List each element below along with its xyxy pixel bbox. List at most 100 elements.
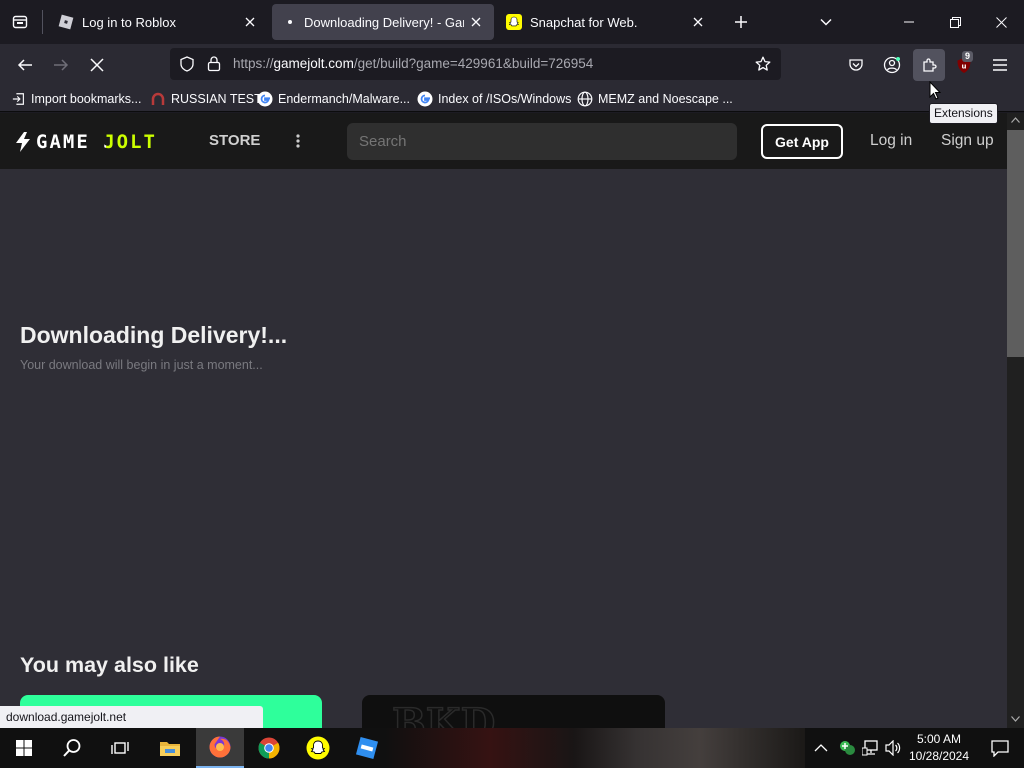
stop-loading-icon bbox=[90, 58, 104, 72]
stop-button[interactable] bbox=[82, 50, 112, 80]
globe-icon bbox=[577, 91, 593, 107]
bookmark-isos-windows[interactable]: Index of /ISOs/Windows bbox=[417, 90, 571, 108]
tab-separator bbox=[42, 10, 43, 34]
google-icon bbox=[257, 91, 273, 107]
task-view-button[interactable] bbox=[96, 728, 144, 768]
firefox-view-button[interactable] bbox=[6, 8, 34, 36]
close-tab-icon[interactable] bbox=[686, 10, 710, 34]
new-tab-button[interactable] bbox=[727, 8, 755, 36]
lock-icon bbox=[207, 56, 221, 72]
red-arch-icon bbox=[151, 92, 165, 105]
network-icon[interactable] bbox=[862, 740, 880, 756]
signup-link[interactable]: Sign up bbox=[941, 132, 994, 150]
search-icon bbox=[63, 739, 81, 757]
clock-date: 10/28/2024 bbox=[908, 749, 970, 763]
roblox-favicon-icon bbox=[58, 14, 74, 30]
page-subtitle: Your download will begin in just a momen… bbox=[20, 358, 263, 372]
roblox-studio-taskbar-button[interactable] bbox=[343, 728, 391, 768]
gamejolt-header: GAME JOLT STORE Get App Log in Sign up bbox=[0, 113, 1007, 169]
close-icon bbox=[995, 16, 1007, 28]
tab-title: Downloading Delivery! - Game bbox=[304, 14, 464, 30]
notification-icon bbox=[991, 739, 1009, 757]
bookmark-import[interactable]: Import bookmarks... bbox=[12, 90, 141, 108]
list-all-tabs-button[interactable] bbox=[812, 8, 840, 36]
scrollbar-thumb[interactable] bbox=[1007, 130, 1024, 357]
login-link[interactable]: Log in bbox=[870, 132, 912, 150]
get-app-label: Get App bbox=[775, 133, 829, 150]
more-options-button[interactable] bbox=[292, 131, 304, 151]
sync-tray-icon[interactable] bbox=[838, 739, 856, 757]
lightning-bolt-icon bbox=[16, 132, 30, 152]
logo-text: GAME JOLT bbox=[36, 131, 157, 153]
scroll-down-arrow-icon[interactable] bbox=[1011, 716, 1020, 722]
bookmark-memz[interactable]: MEMZ and Noescape ... bbox=[577, 90, 733, 108]
tab-roblox[interactable]: Log in to Roblox bbox=[46, 4, 268, 40]
vertical-dots-icon bbox=[296, 134, 300, 148]
bookmark-label: MEMZ and Noescape ... bbox=[598, 92, 733, 106]
tab-strip: Log in to Roblox Downloading Delivery! -… bbox=[0, 0, 1024, 44]
page-scrollbar[interactable] bbox=[1007, 113, 1024, 728]
start-button[interactable] bbox=[0, 728, 48, 768]
firefox-view-icon bbox=[12, 15, 28, 29]
search-input[interactable] bbox=[347, 123, 737, 160]
svg-text:u: u bbox=[962, 62, 967, 70]
bookmark-label: Index of /ISOs/Windows bbox=[438, 92, 572, 106]
back-arrow-icon bbox=[17, 59, 32, 71]
url-text[interactable]: https://gamejolt.com/get/build?game=4299… bbox=[233, 56, 593, 71]
ublock-origin-button[interactable]: u 9 bbox=[950, 50, 978, 80]
firefox-icon bbox=[209, 736, 231, 758]
search-button[interactable] bbox=[48, 728, 96, 768]
account-button[interactable] bbox=[878, 50, 906, 80]
windows-taskbar: 5:00 AM 10/28/2024 bbox=[0, 728, 1024, 768]
extensions-button[interactable] bbox=[913, 49, 945, 81]
scroll-up-arrow-icon[interactable] bbox=[1011, 117, 1020, 123]
show-hidden-icons-button[interactable] bbox=[814, 740, 830, 756]
pocket-icon bbox=[849, 59, 863, 71]
bookmark-endermanch[interactable]: Endermanch/Malware... bbox=[257, 90, 410, 108]
chrome-taskbar-button[interactable] bbox=[245, 728, 293, 768]
game-card-thumbnail[interactable]: BKD bbox=[362, 695, 665, 728]
web-page-content: GAME JOLT STORE Get App Log in Sign up D… bbox=[0, 113, 1007, 728]
url-path: /get/build?game=429961&build=726954 bbox=[353, 56, 594, 71]
minimize-button[interactable] bbox=[886, 0, 932, 44]
firefox-taskbar-button[interactable] bbox=[196, 728, 244, 768]
get-app-button[interactable]: Get App bbox=[761, 124, 843, 159]
gamejolt-logo[interactable]: GAME JOLT bbox=[14, 131, 157, 153]
close-tab-icon[interactable] bbox=[464, 10, 488, 34]
clock[interactable]: 5:00 AM 10/28/2024 bbox=[906, 731, 972, 765]
file-explorer-button[interactable] bbox=[146, 728, 194, 768]
snapchat-taskbar-button[interactable] bbox=[294, 728, 342, 768]
tab-gamejolt[interactable]: Downloading Delivery! - Game bbox=[272, 4, 494, 40]
link-status-bar: download.gamejolt.net bbox=[0, 706, 263, 728]
hamburger-menu-icon bbox=[993, 59, 1007, 71]
bookmark-label: Endermanch/Malware... bbox=[278, 92, 411, 106]
snapchat-icon bbox=[306, 736, 330, 760]
bookmark-star-icon[interactable] bbox=[755, 56, 771, 72]
store-link[interactable]: STORE bbox=[209, 132, 260, 149]
bookmarks-toolbar: Import bookmarks... RUSSIAN TEST Enderma… bbox=[0, 86, 1024, 112]
tab-title: Log in to Roblox bbox=[82, 14, 176, 30]
windows-logo-icon bbox=[16, 740, 32, 756]
extensions-badge: 9 bbox=[962, 51, 974, 62]
folder-icon bbox=[160, 742, 180, 756]
app-menu-button[interactable] bbox=[986, 50, 1014, 80]
notifications-button[interactable] bbox=[976, 728, 1024, 768]
tab-snapchat[interactable]: Snapchat for Web. bbox=[494, 4, 716, 40]
navigation-toolbar: https://gamejolt.com/get/build?game=4299… bbox=[0, 44, 1024, 86]
mouse-cursor-icon bbox=[929, 81, 941, 100]
close-window-button[interactable] bbox=[978, 0, 1024, 44]
url-prefix: https:// bbox=[233, 56, 274, 71]
bookmark-label: Import bookmarks... bbox=[31, 92, 142, 106]
minimize-icon bbox=[904, 21, 914, 23]
forward-button[interactable] bbox=[46, 50, 76, 80]
also-like-heading: You may also like bbox=[20, 653, 199, 677]
volume-icon[interactable] bbox=[885, 740, 903, 756]
close-tab-icon[interactable] bbox=[238, 10, 262, 34]
restore-button[interactable] bbox=[932, 0, 978, 44]
bookmark-russian-test[interactable]: RUSSIAN TEST bbox=[150, 90, 262, 108]
url-bar[interactable]: https://gamejolt.com/get/build?game=4299… bbox=[170, 48, 781, 80]
chevron-up-icon bbox=[814, 744, 828, 752]
pocket-button[interactable] bbox=[842, 50, 870, 80]
svg-text:BKD: BKD bbox=[392, 700, 495, 728]
back-button[interactable] bbox=[10, 50, 40, 80]
